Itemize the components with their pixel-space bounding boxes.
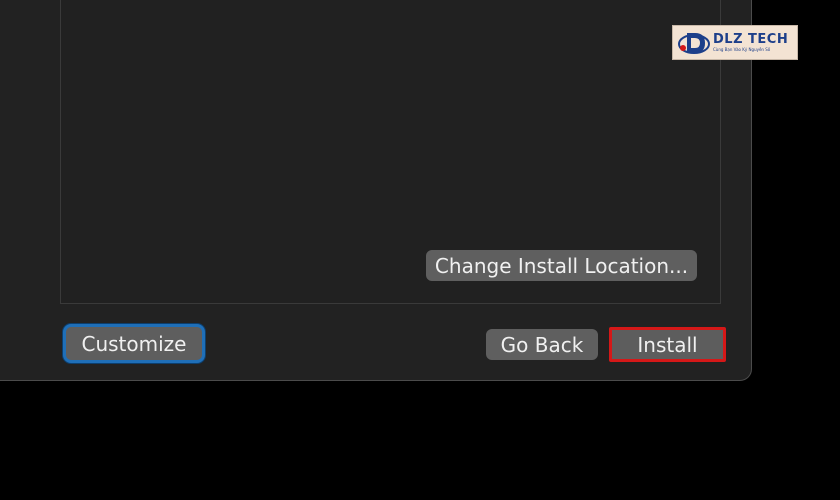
customize-button[interactable]: Customize (63, 324, 205, 363)
watermark-brand-text: DLZ TECH (713, 32, 789, 47)
dlz-logo-icon (678, 32, 710, 54)
change-install-location-button[interactable]: Change Install Location... (426, 250, 697, 281)
install-button[interactable]: Install (609, 327, 726, 362)
screenshot-canvas: Change Install Location... Customize Go … (0, 0, 840, 500)
go-back-button[interactable]: Go Back (486, 329, 598, 360)
dlz-tech-watermark: DLZ TECH Cùng Bạn Vào Kỷ Nguyên Số (672, 25, 798, 60)
watermark-tagline-text: Cùng Bạn Vào Kỷ Nguyên Số (713, 47, 771, 52)
